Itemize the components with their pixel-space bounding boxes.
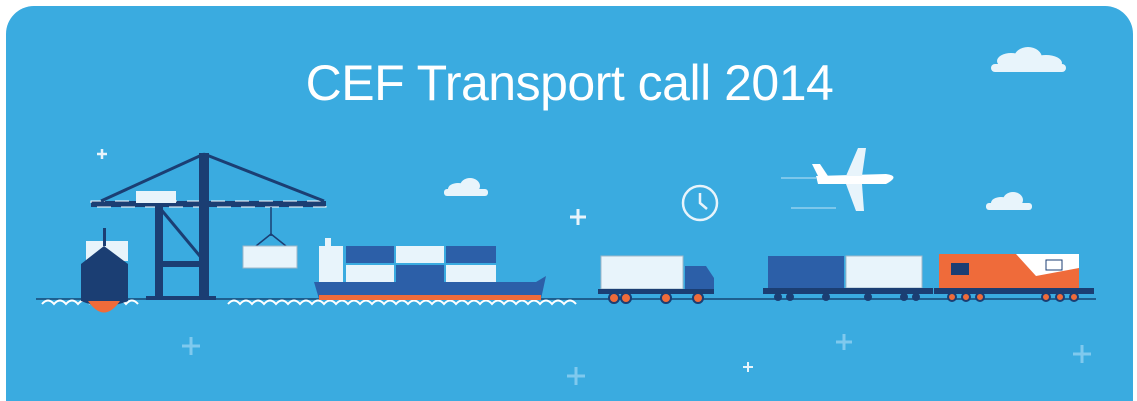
- plus-icon: [567, 367, 585, 385]
- plus-icon: [836, 334, 852, 350]
- plus-icon: [1073, 345, 1091, 363]
- transport-illustration: [36, 47, 1096, 385]
- transport-banner: CEF Transport call 2014: [6, 6, 1133, 401]
- plus-icon: [570, 209, 586, 225]
- airplane-icon: [781, 148, 894, 211]
- plus-icon: [743, 362, 753, 372]
- container-ship-icon: [314, 238, 546, 300]
- plus-icon: [182, 337, 200, 355]
- freight-train-icon: [763, 255, 933, 301]
- cargo-ship-icon: [81, 228, 128, 313]
- clock-icon: [681, 184, 719, 222]
- plus-icon: [97, 149, 107, 159]
- cloud-icon: [991, 47, 1066, 72]
- locomotive-icon: [934, 254, 1094, 302]
- truck-icon: [598, 255, 714, 304]
- cloud-icon: [444, 178, 488, 196]
- cloud-icon: [986, 192, 1032, 210]
